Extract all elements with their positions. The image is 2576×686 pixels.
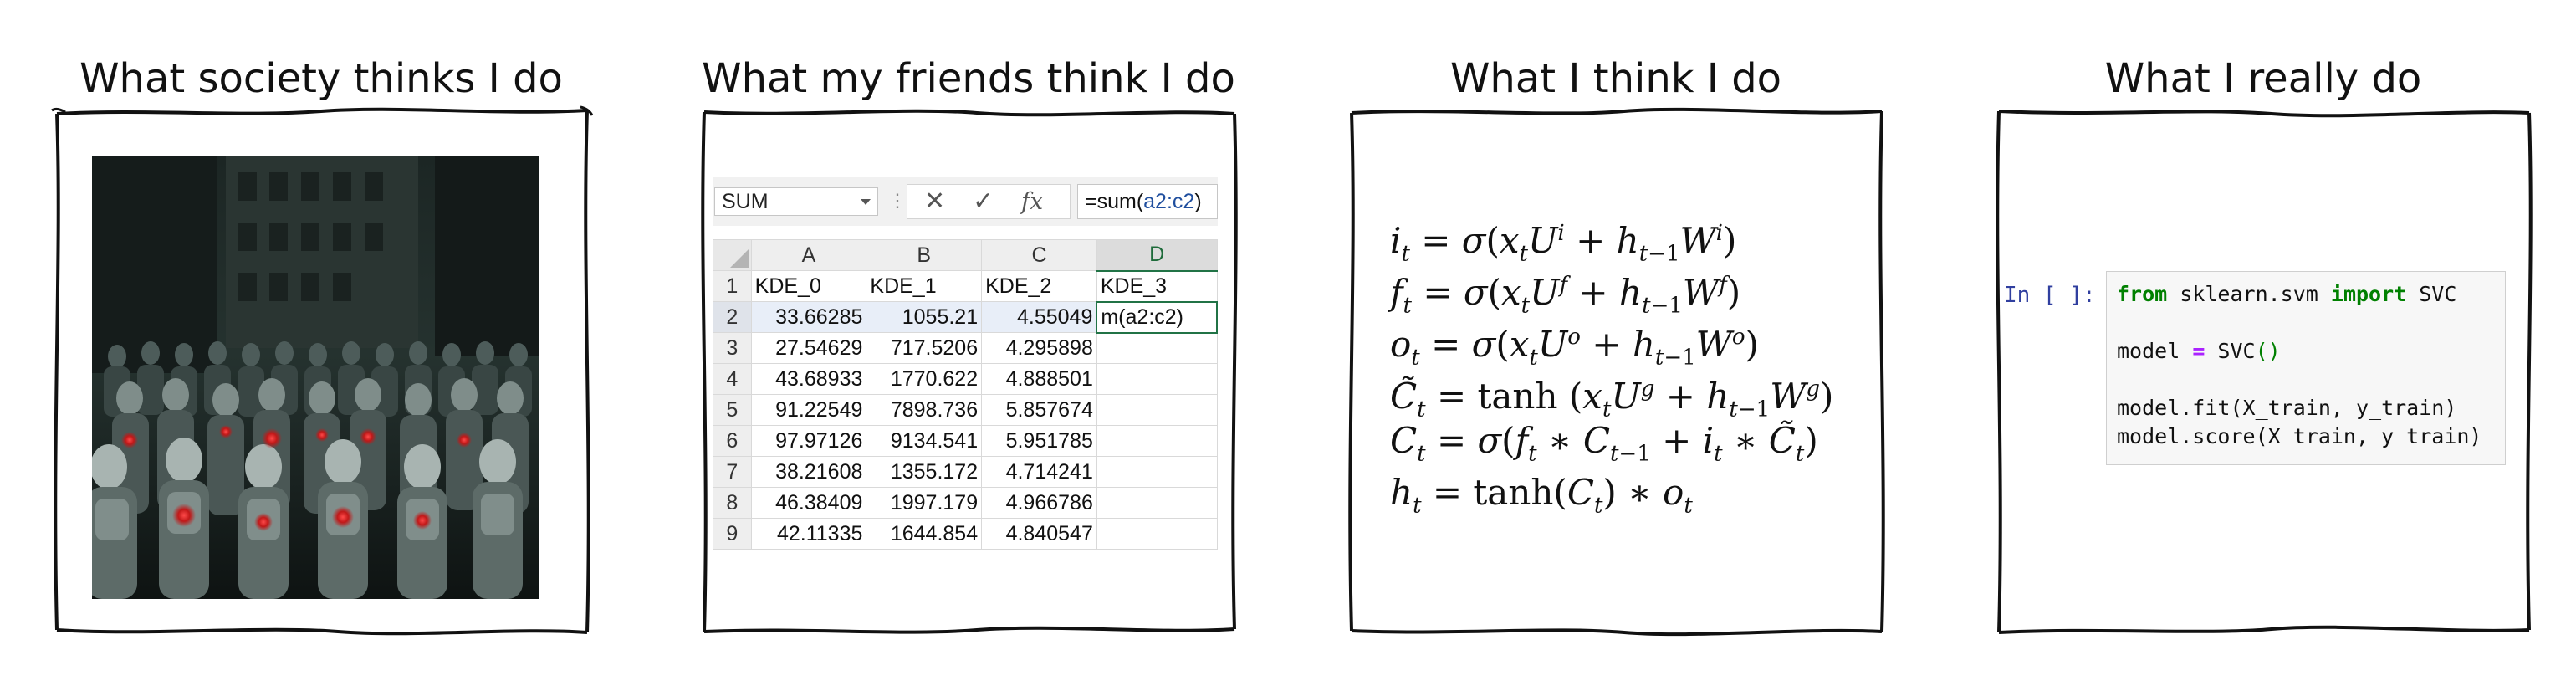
cell[interactable]: 4.714241 [981, 456, 1097, 488]
equation-output-gate: ot = σ(xtUo + ht−1Wo) [1390, 324, 1759, 371]
panel-self: What I think I do it = σ(xtUi + ht−1Wi) … [1340, 0, 1892, 686]
robot-army-image [92, 156, 539, 599]
cell[interactable]: 27.54629 [750, 332, 867, 364]
lstm-equations: it = σ(xtUi + ht−1Wi) ft = σ(xtUf + ht−1… [1390, 207, 1858, 519]
function-icon[interactable]: fx [1021, 185, 1043, 218]
code-line: model = SVC() [2117, 339, 2281, 363]
formula-ref-end: c2 [1172, 190, 1195, 213]
cell[interactable]: 1770.622 [866, 363, 983, 395]
row-header[interactable]: 7 [713, 456, 752, 488]
table-row: 6 97.97126 9134.541 5.951785 [713, 425, 1218, 457]
cell[interactable] [1096, 518, 1218, 550]
cell[interactable]: 1997.179 [866, 487, 983, 519]
formula-buttons: ✕ ✓ fx [907, 184, 1071, 219]
select-all-corner[interactable] [713, 239, 752, 271]
panel-society: What society thinks I do [45, 0, 597, 686]
cell[interactable]: KDE_3 [1096, 270, 1218, 302]
cell[interactable]: 5.857674 [981, 394, 1097, 426]
row-header[interactable]: 6 [713, 425, 752, 457]
formula-suffix: ) [1194, 190, 1202, 213]
cell[interactable]: 46.38409 [750, 487, 867, 519]
cell[interactable]: 1355.172 [866, 456, 983, 488]
cell[interactable]: 4.55049 [981, 301, 1097, 333]
cell-grid: A B C D 1 KDE_0 KDE_1 KDE_2 KDE_3 2 33.6… [713, 239, 1218, 550]
row-header[interactable]: 3 [713, 332, 752, 364]
cell[interactable]: KDE_0 [750, 270, 867, 302]
row-header[interactable]: 9 [713, 518, 752, 550]
formula-input[interactable]: =sum(a2:c2) [1077, 184, 1218, 219]
drag-handle-icon[interactable]: ⋮ [888, 187, 907, 214]
cell-prompt: In [ ]: [2004, 283, 2096, 308]
equation-input-gate: it = σ(xtUi + ht−1Wi) [1390, 220, 1737, 267]
row-header[interactable]: 5 [713, 394, 752, 426]
cell[interactable]: 43.68933 [750, 363, 867, 395]
column-header-b[interactable]: B [866, 239, 983, 271]
name-box[interactable]: SUM [714, 187, 878, 216]
cell[interactable]: 5.951785 [981, 425, 1097, 457]
cell[interactable]: 91.22549 [750, 394, 867, 426]
row-header[interactable]: 1 [713, 270, 752, 302]
column-header-row: A B C D [713, 239, 1218, 272]
code-line: model.score(X_train, y_train) [2117, 424, 2482, 448]
column-header-d[interactable]: D [1096, 239, 1218, 272]
cell[interactable]: KDE_2 [981, 270, 1097, 302]
table-row: 1 KDE_0 KDE_1 KDE_2 KDE_3 [713, 270, 1218, 302]
table-row: 2 33.66285 1055.21 4.55049 m(a2:c2) [713, 300, 1218, 334]
chevron-down-icon[interactable] [861, 199, 871, 205]
cell[interactable]: 38.21608 [750, 456, 867, 488]
formula-prefix: =sum( [1085, 190, 1144, 213]
table-row: 9 42.11335 1644.854 4.840547 [713, 518, 1218, 550]
code-line: from sklearn.svm import SVC [2117, 282, 2457, 306]
column-header-c[interactable]: C [981, 239, 1097, 271]
cell[interactable]: 1644.854 [866, 518, 983, 550]
active-cell-editor[interactable]: m(a2:c2) [1096, 300, 1218, 334]
table-row: 7 38.21608 1355.172 4.714241 [713, 456, 1218, 488]
equation-forget-gate: ft = σ(xtUf + ht−1Wf) [1390, 272, 1741, 319]
cancel-icon[interactable]: ✕ [924, 185, 945, 218]
row-header[interactable]: 2 [713, 301, 752, 333]
cell[interactable]: KDE_1 [866, 270, 983, 302]
check-icon[interactable]: ✓ [973, 185, 994, 218]
table-row: 8 46.38409 1997.179 4.966786 [713, 487, 1218, 519]
cell[interactable] [1096, 394, 1218, 426]
row-header[interactable]: 4 [713, 363, 752, 395]
cell[interactable]: 33.66285 [750, 301, 867, 333]
spreadsheet: SUM ⋮ ✕ ✓ fx =sum(a2:c2) A B C D 1 KDE_0… [713, 177, 1218, 567]
cell[interactable]: 717.5206 [866, 332, 983, 364]
cell[interactable]: 1055.21 [866, 301, 983, 333]
equation-cell-state: Ct = σ(ft ∗ Ct−1 + it ∗ C̃t) [1390, 420, 1818, 467]
cell[interactable]: 97.97126 [750, 425, 867, 457]
table-row: 4 43.68933 1770.622 4.888501 [713, 363, 1218, 395]
cell[interactable]: 9134.541 [866, 425, 983, 457]
formula-ref-sep: : [1166, 190, 1173, 213]
cell[interactable] [1096, 456, 1218, 488]
table-row: 3 27.54629 717.5206 4.295898 [713, 332, 1218, 364]
panel-reality: What I really do In [ ]: from sklearn.sv… [1987, 0, 2539, 686]
cell[interactable]: 4.295898 [981, 332, 1097, 364]
column-header-a[interactable]: A [750, 239, 867, 271]
equation-hidden-state: ht = tanh(Ct) ∗ ot [1390, 472, 1693, 519]
table-row: 5 91.22549 7898.736 5.857674 [713, 394, 1218, 426]
cell[interactable] [1096, 487, 1218, 519]
cell[interactable]: 4.840547 [981, 518, 1097, 550]
cell[interactable]: 4.966786 [981, 487, 1097, 519]
cell[interactable] [1096, 425, 1218, 457]
cell[interactable]: 42.11335 [750, 518, 867, 550]
formula-bar: SUM ⋮ ✕ ✓ fx =sum(a2:c2) [713, 177, 1218, 226]
cell[interactable]: 4.888501 [981, 363, 1097, 395]
cell[interactable] [1096, 363, 1218, 395]
cell[interactable]: 7898.736 [866, 394, 983, 426]
row-header[interactable]: 8 [713, 487, 752, 519]
code-line: model.fit(X_train, y_train) [2117, 396, 2457, 420]
cell[interactable] [1096, 332, 1218, 364]
formula-ref-start: a2 [1143, 190, 1167, 213]
equation-candidate: C̃t = tanh (xtUg + ht−1Wg) [1390, 376, 1834, 422]
panel-friends: What my friends think I do SUM ⋮ ✕ ✓ fx … [693, 0, 1245, 686]
code-cell[interactable]: from sklearn.svm import SVC model = SVC(… [2106, 271, 2506, 465]
name-box-value: SUM [722, 190, 769, 213]
